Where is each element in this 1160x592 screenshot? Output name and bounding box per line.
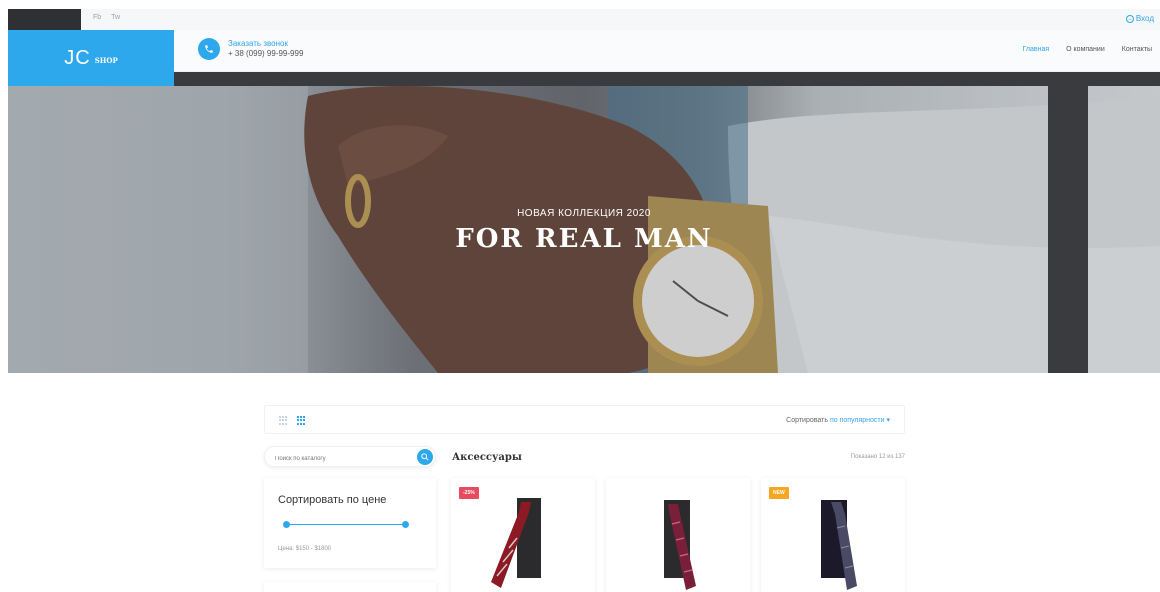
search-icon xyxy=(421,453,429,461)
social-link-tw[interactable]: Tw xyxy=(111,14,120,21)
price-range-text: Цена: $150 - $1800 xyxy=(278,546,332,552)
product-image-tie xyxy=(664,500,696,590)
product-image-tie xyxy=(491,498,541,588)
product-card[interactable]: -25% xyxy=(451,478,595,592)
filter-box-secondary xyxy=(264,582,436,592)
price-slider-max-handle[interactable] xyxy=(402,521,409,528)
hero-title: FOR REAL MAN xyxy=(455,224,713,254)
product-card[interactable] xyxy=(606,478,750,592)
nav-item-about[interactable]: О компании xyxy=(1066,46,1105,53)
login-icon: → xyxy=(1125,14,1134,23)
product-image-tie xyxy=(821,500,857,590)
top-bar: Fb Tw → Вход xyxy=(8,9,1160,30)
catalog-toolbar: Сортировать по популярности ▾ xyxy=(264,405,905,434)
social-link-fb[interactable]: Fb xyxy=(93,14,101,21)
results-count: Показано 12 из 137 xyxy=(850,454,905,460)
callback-label[interactable]: Заказать звонок xyxy=(228,39,303,49)
social-links: Fb Tw xyxy=(93,14,120,21)
grid-view-icon[interactable] xyxy=(297,416,307,425)
price-slider-track[interactable] xyxy=(286,524,406,525)
logo-sub: SHOP xyxy=(94,56,118,65)
search-button[interactable] xyxy=(417,449,433,465)
catalog-search xyxy=(264,446,436,469)
phone-icon xyxy=(198,38,220,60)
sort-value: по популярности xyxy=(829,417,885,424)
header: Заказать звонок + 38 (099) 99-99-999 Гла… xyxy=(8,30,1160,72)
hero-subtitle: НОВАЯ КОЛЛЕКЦИЯ 2020 xyxy=(517,208,651,219)
header-dark-strip xyxy=(166,72,1160,86)
category-title: Аксессуары xyxy=(452,452,522,463)
logo-main: JC xyxy=(64,46,91,69)
sort-dropdown[interactable]: Сортировать по популярности ▾ xyxy=(786,416,890,424)
nav-item-contacts[interactable]: Контакты xyxy=(1122,46,1152,53)
product-card[interactable]: NEW xyxy=(761,478,905,592)
logo[interactable]: JC SHOP xyxy=(8,30,174,86)
top-bar-dark-block xyxy=(8,9,81,30)
price-slider-min-handle[interactable] xyxy=(283,521,290,528)
search-input[interactable] xyxy=(265,449,405,469)
login-label: Вход xyxy=(1135,14,1154,23)
hero-banner: НОВАЯ КОЛЛЕКЦИЯ 2020 FOR REAL MAN xyxy=(8,86,1160,373)
main-nav: Главная О компании Контакты xyxy=(1022,46,1152,53)
login-link[interactable]: → Вход xyxy=(1125,14,1154,23)
price-filter-title: Сортировать по цене xyxy=(278,494,387,506)
chevron-down-icon: ▾ xyxy=(886,417,890,424)
phone-number: + 38 (099) 99-99-999 xyxy=(228,49,304,58)
sort-label: Сортировать xyxy=(786,417,828,424)
callback-box[interactable]: Заказать звонок + 38 (099) 99-99-999 xyxy=(198,38,303,60)
nav-item-home[interactable]: Главная xyxy=(1022,46,1049,53)
page: Fb Tw → Вход Заказать звонок + 38 (099) … xyxy=(0,0,1160,592)
price-filter: Сортировать по цене Цена: $150 - $1800 xyxy=(264,478,436,568)
list-view-icon[interactable] xyxy=(279,416,289,425)
